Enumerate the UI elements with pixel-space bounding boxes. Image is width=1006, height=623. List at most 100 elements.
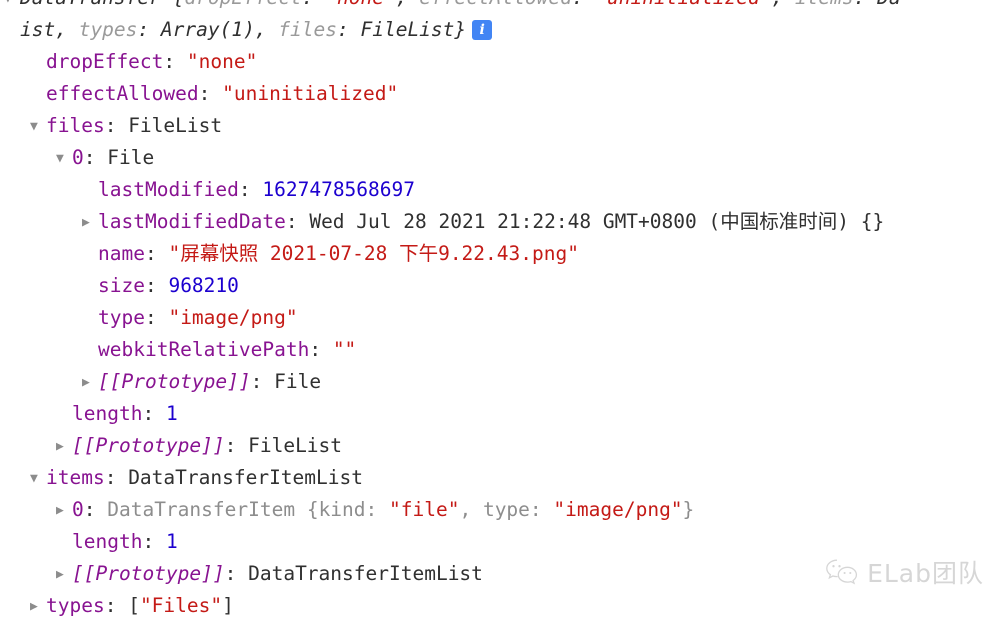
disclosure-triangle-collapsed-icon[interactable] <box>56 495 72 527</box>
info-badge-icon[interactable]: i <box>472 20 493 40</box>
row-webkitrelativepath: webkitRelativePath: "" <box>0 334 1006 366</box>
token: : <box>224 562 249 585</box>
disclosure-triangle-expanded-icon[interactable] <box>56 143 72 175</box>
disclosure-triangle-collapsed-icon[interactable] <box>56 431 72 463</box>
token: 0 <box>72 146 84 169</box>
row-filelist-prototype: [[Prototype]]: FileList <box>0 430 1006 462</box>
token: "Files" <box>139 594 223 617</box>
token: 968210 <box>168 274 239 297</box>
token: 1627478568697 <box>262 178 415 201</box>
token: "file" <box>389 498 460 521</box>
token: items <box>46 466 105 489</box>
token: "" <box>332 338 357 361</box>
row-items: items: DataTransferItemList <box>0 462 1006 494</box>
token: : <box>309 338 333 361</box>
disclosure-triangle-expanded-icon[interactable] <box>30 111 46 143</box>
token: effectAllowed <box>419 0 572 9</box>
row-items-length: length: 1 <box>0 526 1006 558</box>
token: : <box>144 274 169 297</box>
token: DataTransfer { <box>20 0 184 9</box>
token: 1 <box>165 402 178 425</box>
token: effectAllowed <box>46 82 199 105</box>
token: : <box>144 242 169 265</box>
token: FileList} <box>360 18 467 41</box>
token: size <box>98 274 145 297</box>
token: } <box>682 498 695 521</box>
row-types: types: ["Files"] <box>0 590 1006 622</box>
disclosure-triangle-collapsed-icon[interactable] <box>56 559 72 591</box>
token: [[Prototype]] <box>98 370 251 393</box>
token: File <box>107 146 155 169</box>
row-files-0: 0: File <box>0 142 1006 174</box>
token: , <box>396 0 419 9</box>
token: : <box>198 82 223 105</box>
token: : <box>104 466 129 489</box>
token: types <box>78 18 138 41</box>
disclosure-triangle-expanded-icon[interactable] <box>4 0 20 15</box>
token: files <box>46 114 105 137</box>
token: : <box>104 594 129 617</box>
token: dropEffect <box>46 50 164 73</box>
token: lastModified <box>98 178 239 201</box>
token: : <box>142 530 166 553</box>
token: [ <box>128 594 140 617</box>
row-name: name: "屏幕快照 2021-07-28 下午9.22.43.png" <box>0 238 1006 270</box>
disclosure-triangle-expanded-icon[interactable] <box>30 463 46 495</box>
token: ist, <box>20 18 79 41</box>
token: type <box>98 306 145 329</box>
token: FileList <box>248 434 343 457</box>
token: "image/png" <box>553 498 683 521</box>
token: files <box>278 18 337 41</box>
row-items-0: 0: DataTransferItem {kind: "file", type:… <box>0 494 1006 526</box>
row-file-prototype: [[Prototype]]: File <box>0 366 1006 398</box>
token: type <box>482 498 530 521</box>
row-lastmodified: lastModified: 1627478568697 <box>0 174 1006 206</box>
row-size: size: 968210 <box>0 270 1006 302</box>
row-files: files: FileList <box>0 110 1006 142</box>
token: Da <box>877 0 900 9</box>
token: "屏幕快照 2021-07-28 下午9.22.43.png" <box>168 242 579 265</box>
token: : <box>572 0 595 9</box>
token: , <box>254 18 279 41</box>
token: 1 <box>165 530 178 553</box>
token: : <box>144 306 169 329</box>
token: kind <box>318 498 366 521</box>
token: lastModifiedDate <box>98 210 286 233</box>
token: DataTransferItem { <box>107 498 319 521</box>
token: File <box>274 370 322 393</box>
token: 0 <box>72 498 84 521</box>
row-effectallowed: effectAllowed: "uninitialized" <box>0 78 1006 110</box>
token: "uninitialized" <box>222 82 399 105</box>
disclosure-triangle-collapsed-icon[interactable] <box>30 591 46 623</box>
token: items <box>795 0 854 9</box>
disclosure-triangle-collapsed-icon[interactable] <box>82 367 98 399</box>
token: [[Prototype]] <box>72 434 225 457</box>
disclosure-triangle-collapsed-icon[interactable] <box>82 207 98 239</box>
row-dropeffect: dropEffect: "none" <box>0 46 1006 78</box>
token: : <box>365 498 390 521</box>
token: dropEffect <box>184 0 301 9</box>
token: : <box>104 114 129 137</box>
row-lastmodifieddate: lastModifiedDate: Wed Jul 28 2021 21:22:… <box>0 206 1006 238</box>
token: FileList <box>128 114 223 137</box>
token: : <box>337 18 361 41</box>
token: , <box>459 498 483 521</box>
token: ] <box>222 594 234 617</box>
datatransfer-preview-line2: ist, types: Array(1), files: FileList} i <box>0 14 1006 46</box>
token: "none" <box>186 50 258 73</box>
token: : <box>250 370 275 393</box>
row-type: type: "image/png" <box>0 302 1006 334</box>
token: : <box>238 178 263 201</box>
token: [[Prototype]] <box>72 562 225 585</box>
token: : <box>83 146 108 169</box>
token: DataTransferItemList <box>128 466 363 489</box>
token: : <box>142 402 166 425</box>
token: : <box>224 434 249 457</box>
datatransfer-preview-line1: DataTransfer {dropEffect: "none", effect… <box>0 0 1006 14</box>
token: "uninitialized" <box>595 0 771 9</box>
token: : <box>163 50 187 73</box>
token: : <box>137 18 161 41</box>
token: Array(1) <box>160 18 255 41</box>
token: : <box>83 498 108 521</box>
row-items-prototype: [[Prototype]]: DataTransferItemList <box>0 558 1006 590</box>
